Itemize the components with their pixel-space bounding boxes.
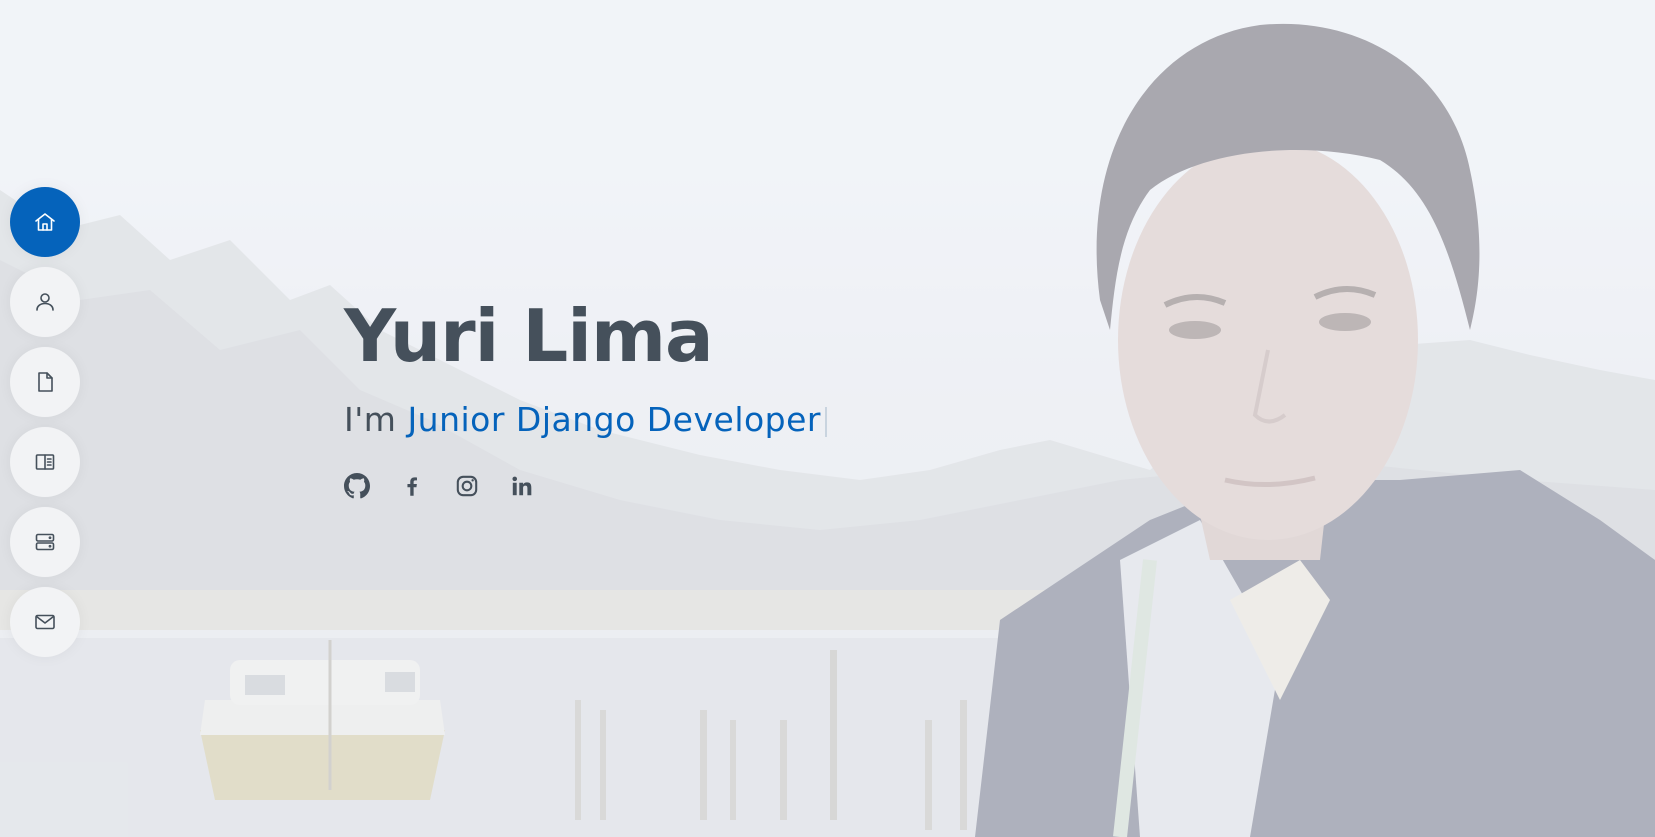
nav-services-button[interactable] (10, 507, 80, 577)
github-icon (344, 473, 370, 499)
envelope-icon (35, 614, 55, 630)
linkedin-icon (512, 476, 532, 496)
side-nav (10, 187, 80, 667)
github-link[interactable] (344, 473, 370, 499)
typing-cursor (825, 406, 827, 437)
user-icon (36, 293, 54, 311)
nav-contact-button[interactable] (10, 587, 80, 657)
linkedin-link[interactable] (509, 473, 535, 499)
hero-section: Yuri Lima I'm Junior Django Developer (0, 0, 1655, 837)
book-half-icon (35, 454, 55, 470)
hero-content: Yuri Lima I'm Junior Django Developer (344, 300, 827, 499)
file-icon (38, 372, 53, 392)
background-overlay (0, 0, 1655, 837)
facebook-icon (407, 477, 417, 496)
instagram-icon (456, 475, 478, 497)
nav-home-button[interactable] (10, 187, 80, 257)
facebook-link[interactable] (399, 473, 425, 499)
nav-portfolio-button[interactable] (10, 427, 80, 497)
subtitle-prefix: I'm (344, 400, 397, 439)
home-icon (35, 213, 55, 231)
social-links (344, 473, 827, 499)
server-icon (35, 533, 55, 551)
instagram-link[interactable] (454, 473, 480, 499)
hero-subtitle: I'm Junior Django Developer (344, 400, 827, 439)
hero-name: Yuri Lima (344, 294, 714, 378)
nav-about-button[interactable] (10, 267, 80, 337)
typed-role: Junior Django Developer (407, 400, 821, 439)
nav-resume-button[interactable] (10, 347, 80, 417)
